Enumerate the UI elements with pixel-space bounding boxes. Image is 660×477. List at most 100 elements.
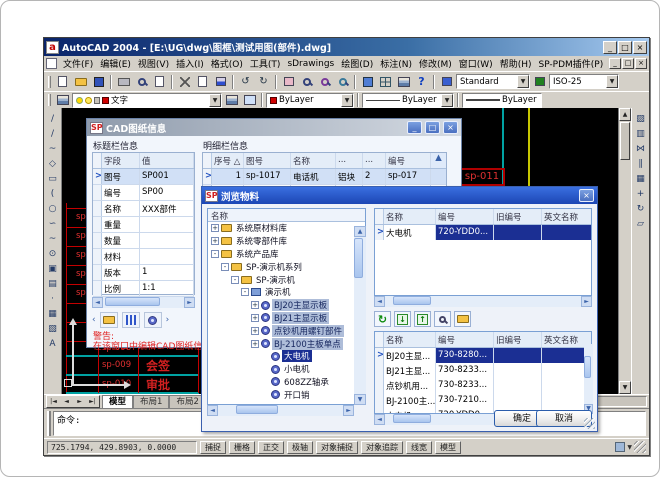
refresh-icon[interactable]: ↻ <box>374 311 391 327</box>
tree-item[interactable]: + BJ21主显示板 <box>208 312 365 325</box>
table-row[interactable]: > 1 sp-1017 电话机 铝块 2 sp-017 <box>203 169 446 185</box>
revision-cloud-icon[interactable]: ∽ <box>45 216 61 231</box>
expander-icon[interactable]: + <box>251 327 259 335</box>
tree-item[interactable]: - 系统产品库 <box>208 248 365 261</box>
copy-icon[interactable] <box>194 74 211 90</box>
rotate-icon[interactable]: ↻ <box>633 201 649 216</box>
plot-button[interactable] <box>115 74 132 90</box>
scrollbar-thumb[interactable] <box>393 296 431 305</box>
otrack-toggle[interactable]: 对象追踪 <box>361 441 403 454</box>
chevron-down-icon[interactable]: ▼ <box>606 75 618 88</box>
cut-icon[interactable] <box>176 74 193 90</box>
table-row[interactable]: BJ21主显... 730-8233... <box>375 363 591 378</box>
mirror-icon[interactable]: ⋈ <box>633 141 649 156</box>
menu-dimension[interactable]: 标注(N) <box>377 57 415 70</box>
expander-icon[interactable]: + <box>251 340 259 348</box>
table-row[interactable]: > 图号 SP001 <box>93 169 194 185</box>
table-row[interactable]: 点钞机用... 730-8233... <box>375 378 591 393</box>
expander-icon[interactable]: - <box>231 276 239 284</box>
top-table-horizontal-scrollbar[interactable]: ◄ ► <box>374 296 592 307</box>
menu-modify[interactable]: 修改(M) <box>416 57 455 70</box>
scroll-down-icon[interactable]: ▼ <box>354 394 366 405</box>
menu-insert[interactable]: 插入(I) <box>173 57 207 70</box>
table-row[interactable]: 名称 XXX部件 <box>93 201 194 217</box>
spline-icon[interactable]: ~ <box>45 231 61 246</box>
canvas-vertical-scrollbar[interactable]: ▲ ▼ <box>618 108 631 394</box>
expander-icon[interactable]: + <box>251 301 259 309</box>
menu-draw[interactable]: 绘图(D) <box>338 57 376 70</box>
linetype-combo[interactable]: ByLayer ▼ <box>362 93 454 108</box>
maximize-button[interactable]: □ <box>618 41 632 54</box>
column-header[interactable]: ... <box>363 153 386 168</box>
zoom-previous-icon[interactable] <box>334 74 351 90</box>
scroll-left-icon[interactable]: ◄ <box>92 297 103 308</box>
scroll-up-icon[interactable]: ▲ <box>354 226 366 237</box>
list-vertical-scrollbar[interactable]: ▼ <box>584 344 593 414</box>
tab-last-icon[interactable]: ►| <box>86 396 99 407</box>
upload-icon[interactable]: ↑ <box>414 311 431 327</box>
menu-format[interactable]: 格式(O) <box>208 57 246 70</box>
tree-item[interactable]: + 系统原材料库 <box>208 222 365 235</box>
scrollbar-thumb[interactable] <box>236 405 278 414</box>
menu-sdrawings[interactable]: sDrawings <box>284 59 337 69</box>
model-space-toggle[interactable]: 模型 <box>435 441 461 454</box>
polyline-icon[interactable]: ~ <box>45 141 61 156</box>
add-part-button[interactable] <box>144 312 162 328</box>
menu-edit[interactable]: 编辑(E) <box>97 57 134 70</box>
table-row[interactable]: 比例 1:1 <box>93 281 194 297</box>
snap-toggle[interactable]: 捕捉 <box>200 441 226 454</box>
tree-item[interactable]: + BJ-2100主板单点 <box>208 337 365 350</box>
status-menu-icon[interactable]: ▼ <box>627 444 632 451</box>
new-button[interactable] <box>54 74 71 90</box>
copy-object-icon[interactable]: ▥ <box>633 126 649 141</box>
table-row-selected[interactable]: > BJ20主显... 730-8280... <box>375 348 591 363</box>
layer-previous-icon[interactable] <box>241 93 258 107</box>
menu-tools[interactable]: 工具(T) <box>247 57 284 70</box>
chevron-down-icon[interactable]: ▼ <box>517 75 529 88</box>
menu-window[interactable]: 窗口(W) <box>456 57 496 70</box>
doc-restore-button[interactable]: □ <box>622 58 634 69</box>
polar-toggle[interactable]: 极轴 <box>287 441 313 454</box>
tree-item[interactable]: + 系统零部件库 <box>208 235 365 248</box>
close-button[interactable]: × <box>443 121 458 134</box>
menu-help[interactable]: 帮助(H) <box>497 57 535 70</box>
tab-model[interactable]: 模型 <box>102 395 133 408</box>
table-row-selected[interactable]: > 大电机 720-YDD0... <box>375 225 591 240</box>
chevron-down-icon[interactable]: ▼ <box>209 94 221 107</box>
properties-icon[interactable] <box>377 74 394 90</box>
construction-line-icon[interactable]: / <box>45 126 61 141</box>
scale-icon[interactable]: ▱ <box>633 216 649 231</box>
scroll-left-icon[interactable]: ◄ <box>374 296 385 307</box>
scrollbar-thumb[interactable] <box>620 122 630 160</box>
multiline-text-icon[interactable]: A <box>45 336 61 351</box>
scrollbar-thumb[interactable] <box>393 414 431 423</box>
save-button[interactable] <box>90 74 107 90</box>
ortho-toggle[interactable]: 正交 <box>258 441 284 454</box>
table-row[interactable]: 编号 SP00 <box>93 185 194 201</box>
doc-minimize-button[interactable]: _ <box>609 58 621 69</box>
lineweight-toggle[interactable]: 线宽 <box>406 441 432 454</box>
column-header[interactable]: 名称 <box>291 153 336 168</box>
tab-layout1[interactable]: 布局1 <box>133 395 169 408</box>
table-row[interactable]: 材料 <box>93 249 194 265</box>
undo-icon[interactable]: ↺ <box>237 74 254 90</box>
tree-item[interactable]: - SP-演示机 <box>208 273 365 286</box>
text-style-combo[interactable]: Standard ▼ <box>456 74 530 89</box>
insert-block-icon[interactable]: ▣ <box>45 261 61 276</box>
zoom-window-icon[interactable] <box>316 74 333 90</box>
scroll-right-icon[interactable]: ► <box>343 405 354 416</box>
polygon-icon[interactable]: ◇ <box>45 156 61 171</box>
column-header[interactable]: 旧编号 <box>494 209 542 224</box>
tree-item[interactable]: - SP-演示机系列 <box>208 260 365 273</box>
title-bar[interactable]: a AutoCAD 2004 - [E:\UG\dwg\图框\测试用图(部件).… <box>44 38 649 56</box>
search-icon[interactable] <box>434 311 451 327</box>
column-header[interactable]: 英文名称 <box>542 209 591 224</box>
zoom-realtime-icon[interactable] <box>298 74 315 90</box>
chevron-down-icon[interactable]: ▼ <box>441 94 453 107</box>
expander-icon[interactable]: + <box>211 224 219 232</box>
line-icon[interactable]: / <box>45 111 61 126</box>
scroll-up-icon[interactable]: ▲ <box>431 153 446 168</box>
download-icon[interactable]: ↓ <box>394 311 411 327</box>
circle-icon[interactable]: ○ <box>45 201 61 216</box>
window-resize-grip[interactable] <box>634 441 646 453</box>
